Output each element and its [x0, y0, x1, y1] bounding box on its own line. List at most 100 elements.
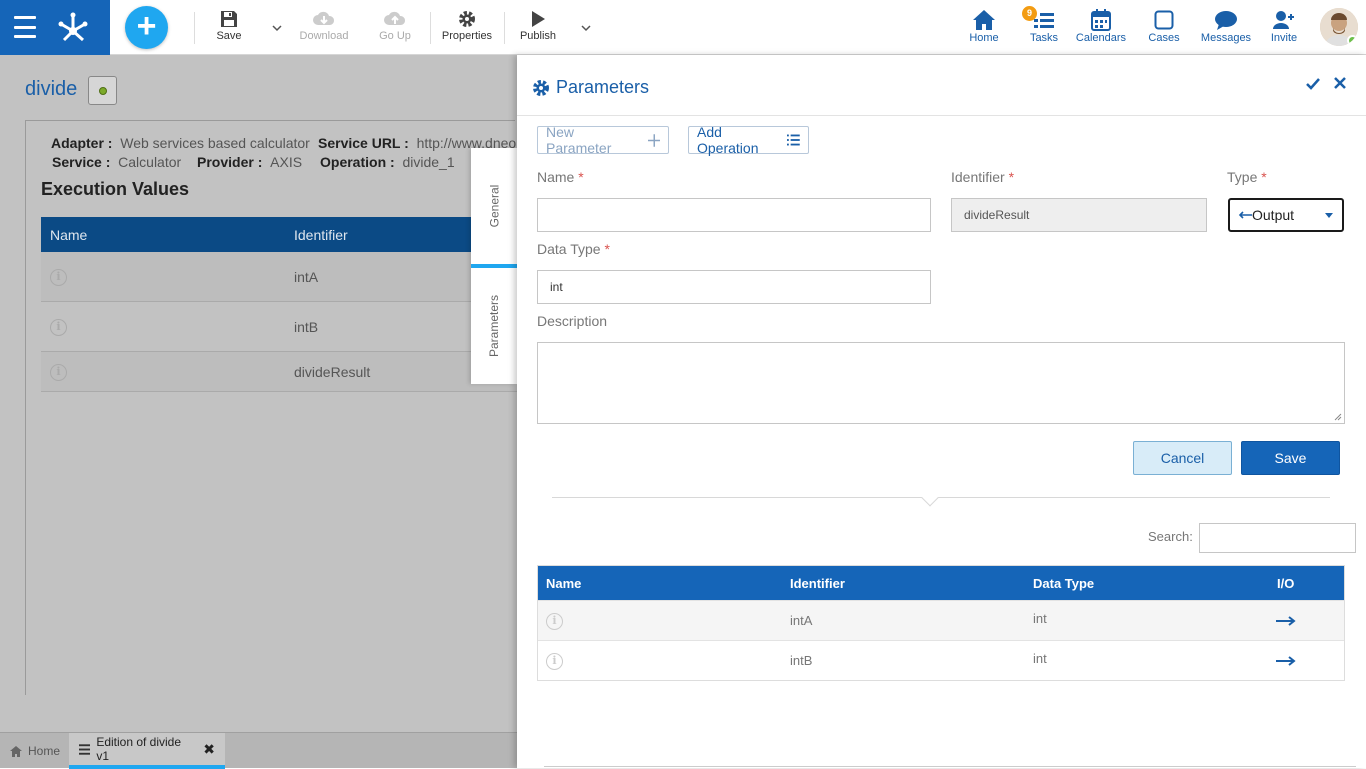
- divider-notch: [921, 489, 939, 507]
- nav-messages-label: Messages: [1200, 32, 1252, 44]
- gear-icon: [533, 79, 549, 96]
- service-label: Service :: [52, 154, 111, 170]
- data-type-label: Data Type *: [537, 241, 610, 257]
- info-icon[interactable]: i: [50, 319, 67, 336]
- go-up-tool-label: Go Up: [379, 30, 411, 42]
- type-select[interactable]: Output: [1228, 198, 1344, 232]
- column-header-io[interactable]: I/O: [1277, 566, 1294, 600]
- list-icon: [79, 743, 91, 755]
- nav-cases[interactable]: Cases: [1146, 8, 1182, 44]
- column-header-identifier[interactable]: Identifier: [790, 566, 845, 600]
- confirm-check-icon[interactable]: [1306, 77, 1320, 91]
- nav-tasks-label: Tasks: [1029, 32, 1059, 44]
- type-label: Type *: [1227, 169, 1267, 185]
- column-header-data-type[interactable]: Data Type: [1033, 566, 1094, 600]
- nav-invite[interactable]: Invite: [1266, 8, 1302, 44]
- side-tabs: General Parameters: [471, 148, 517, 384]
- row-data-type: int: [1033, 651, 1047, 666]
- info-icon[interactable]: i: [546, 613, 563, 630]
- row-identifier: intB: [790, 653, 813, 668]
- save-tool-button[interactable]: Save: [210, 8, 248, 42]
- floppy-disk-icon: [210, 8, 248, 30]
- brand-area: [0, 0, 110, 55]
- info-icon[interactable]: i: [546, 653, 563, 670]
- row-identifier: intA: [790, 613, 813, 628]
- add-operation-button[interactable]: Add Operation: [688, 124, 809, 156]
- table-row[interactable]: i divideResult: [41, 352, 517, 392]
- publish-tool-button[interactable]: Publish: [518, 8, 558, 42]
- adapter-info-card: [25, 120, 515, 695]
- toolbar-separator: [504, 12, 505, 44]
- section-divider: [552, 497, 1330, 498]
- table-header: Name Identifier: [41, 217, 517, 252]
- identifier-input[interactable]: divideResult: [951, 198, 1207, 232]
- page-title: divide: [25, 78, 78, 100]
- nav-calendars[interactable]: Calendars: [1074, 8, 1128, 44]
- table-row[interactable]: i intB int: [538, 640, 1344, 680]
- bottom-tab-home[interactable]: Home: [0, 733, 70, 769]
- row-identifier: divideResult: [294, 363, 371, 380]
- save-button[interactable]: Save: [1241, 441, 1340, 475]
- nav-messages[interactable]: Messages: [1198, 8, 1254, 44]
- app-logo-icon[interactable]: [56, 10, 90, 49]
- play-icon: [518, 8, 558, 30]
- provider-value: AXIS: [270, 154, 303, 170]
- table-row[interactable]: i intA: [41, 252, 517, 302]
- close-tab-icon[interactable]: ✖: [203, 741, 215, 758]
- bottom-tab-edition[interactable]: Edition of divide v1 ✖: [69, 733, 225, 769]
- parameters-panel: Parameters New Parameter Add Operation N…: [517, 55, 1366, 768]
- online-status-dot: [1347, 35, 1358, 46]
- create-new-button[interactable]: +: [125, 6, 168, 49]
- tasks-icon: 9: [1022, 6, 1062, 32]
- bottom-tab-edition-label: Edition of divide v1: [96, 735, 182, 763]
- download-tool-button[interactable]: Download: [298, 8, 350, 42]
- new-parameter-button[interactable]: New Parameter: [537, 124, 669, 156]
- data-type-input[interactable]: int: [537, 270, 931, 304]
- search-label: Search:: [1148, 529, 1193, 544]
- name-label: Name *: [537, 169, 584, 185]
- execution-values-table: Name Identifier i intA i intB i divideRe…: [41, 217, 517, 392]
- adapter-info: Adapter : Web services based calculator: [51, 135, 310, 151]
- status-indicator[interactable]: [88, 76, 117, 105]
- cancel-button[interactable]: Cancel: [1133, 441, 1232, 475]
- nav-home[interactable]: Home: [966, 8, 1002, 44]
- name-input[interactable]: [537, 198, 931, 232]
- nav-calendars-label: Calendars: [1075, 32, 1127, 44]
- panel-title: Parameters: [532, 77, 649, 98]
- panel-bottom-rule: [544, 766, 1356, 767]
- row-data-type: int: [1033, 611, 1047, 626]
- column-header-name[interactable]: Name: [546, 566, 581, 600]
- cloud-download-icon: [298, 8, 350, 30]
- search-input[interactable]: [1199, 523, 1356, 553]
- nav-tasks[interactable]: 9 Tasks: [1022, 6, 1062, 44]
- service-url-label: Service URL :: [318, 135, 409, 151]
- io-arrow-right-icon: [1276, 641, 1296, 680]
- panel-actions: [1306, 77, 1346, 91]
- publish-options-chevron-down-icon[interactable]: [580, 22, 592, 34]
- properties-tool-button[interactable]: Properties: [441, 8, 493, 42]
- tab-parameters[interactable]: Parameters: [471, 264, 517, 384]
- bottom-tab-home-label: Home: [28, 744, 61, 758]
- go-up-tool-button[interactable]: Go Up: [376, 8, 414, 42]
- save-tool-label: Save: [216, 30, 242, 42]
- info-icon[interactable]: i: [50, 269, 67, 286]
- panel-divider: [517, 115, 1366, 116]
- operation-label: Operation :: [320, 154, 395, 170]
- table-row[interactable]: i intA int: [538, 600, 1344, 640]
- user-avatar[interactable]: [1320, 8, 1358, 46]
- gear-icon: [441, 8, 493, 30]
- resize-handle-icon[interactable]: [1334, 413, 1342, 421]
- info-icon[interactable]: i: [50, 364, 67, 381]
- hamburger-menu-icon[interactable]: [14, 16, 36, 38]
- table-header: Name Identifier Data Type I/O: [538, 566, 1344, 600]
- save-options-chevron-down-icon[interactable]: [271, 22, 283, 34]
- table-row[interactable]: i intB: [41, 302, 517, 352]
- plus-icon: [647, 133, 660, 147]
- speech-bubble-icon: [1198, 8, 1254, 32]
- adapter-value: Web services based calculator: [120, 135, 310, 151]
- close-icon[interactable]: [1334, 77, 1346, 89]
- tab-general[interactable]: General: [471, 148, 517, 264]
- description-textarea[interactable]: [537, 342, 1345, 424]
- identifier-label: Identifier *: [951, 169, 1015, 185]
- column-header-identifier: Identifier: [294, 226, 348, 243]
